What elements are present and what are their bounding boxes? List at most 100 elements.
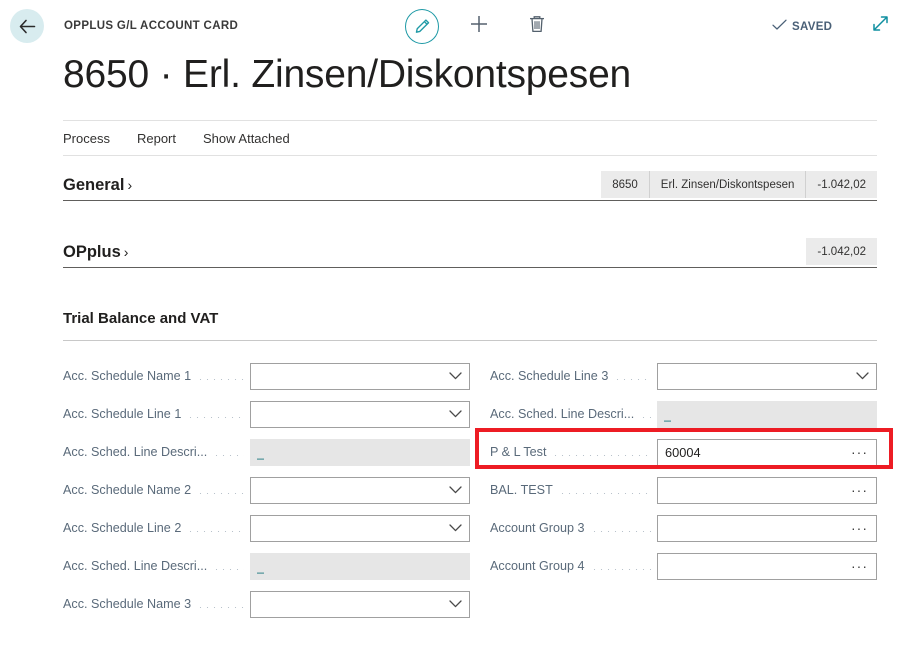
value-acc-sched-line-descr-2: _: [257, 559, 264, 574]
back-arrow-icon: [19, 19, 36, 34]
leader-dots: [213, 560, 244, 572]
label-account-group-3: Account Group 3: [490, 521, 585, 535]
lookup-ellipsis-icon[interactable]: ···: [851, 440, 868, 465]
lookup-ellipsis-icon[interactable]: ···: [851, 554, 868, 579]
group-opplus: OPplus› -1.042,02: [63, 235, 877, 268]
field-acc-schedule-name-2: Acc. Schedule Name 2: [63, 471, 470, 509]
chevron-right-icon: ›: [127, 177, 132, 193]
field-acc-schedule-line-2: Acc. Schedule Line 2: [63, 509, 470, 547]
subsection-header: Trial Balance and VAT: [63, 310, 877, 341]
leader-dots: [614, 370, 651, 382]
leader-dots: [213, 446, 244, 458]
form-column-right: Acc. Schedule Line 3 Acc. Sched. Line De…: [470, 357, 877, 623]
group-general: General› 8650 Erl. Zinsen/Diskontspesen …: [63, 168, 877, 201]
input-acc-schedule-line-1[interactable]: [250, 401, 470, 428]
label-acc-sched-line-descr-1: Acc. Sched. Line Descri...: [63, 445, 207, 459]
chevron-right-icon: ›: [124, 244, 129, 260]
chevron-down-icon[interactable]: [856, 364, 869, 389]
label-acc-sched-line-descr-3: Acc. Sched. Line Descri...: [490, 407, 634, 421]
subsection-title: Trial Balance and VAT: [63, 310, 877, 327]
value-acc-sched-line-descr-3: _: [664, 407, 671, 422]
label-bal-test: BAL. TEST: [490, 483, 553, 497]
leader-dots: [187, 522, 244, 534]
label-acc-sched-line-descr-2: Acc. Sched. Line Descri...: [63, 559, 207, 573]
leader-dots: [559, 484, 651, 496]
label-acc-schedule-name-1: Acc. Schedule Name 1: [63, 369, 191, 383]
field-bal-test: BAL. TEST ···: [490, 471, 877, 509]
badge-opplus-balance: -1.042,02: [806, 238, 877, 265]
lookup-ellipsis-icon[interactable]: ···: [851, 516, 868, 541]
badge-account-no: 8650: [601, 171, 650, 198]
action-menu-bar: Process Report Show Attached: [63, 120, 877, 156]
input-acc-schedule-line-3[interactable]: [657, 363, 877, 390]
input-account-group-3[interactable]: ···: [657, 515, 877, 542]
back-button[interactable]: [10, 9, 44, 43]
form-grid: Acc. Schedule Name 1 Acc. Schedule Line …: [63, 357, 877, 623]
field-acc-sched-line-descr-1: Acc. Sched. Line Descri... _: [63, 433, 470, 471]
plus-icon: [469, 14, 489, 39]
input-account-group-4[interactable]: ···: [657, 553, 877, 580]
page-title: 8650 · Erl. Zinsen/Diskontspesen: [63, 53, 631, 97]
field-acc-schedule-name-3: Acc. Schedule Name 3: [63, 585, 470, 623]
new-button[interactable]: [462, 9, 496, 43]
leader-dots: [197, 598, 244, 610]
breadcrumb[interactable]: OPPLUS G/L ACCOUNT CARD: [64, 20, 238, 32]
value-acc-sched-line-descr-1: _: [257, 445, 264, 460]
chevron-down-icon[interactable]: [449, 364, 462, 389]
pencil-icon: [405, 9, 439, 44]
subsection-trial-balance-and-vat: Trial Balance and VAT Acc. Schedule Name…: [63, 310, 877, 341]
field-acc-schedule-line-3: Acc. Schedule Line 3: [490, 357, 877, 395]
group-general-badges: 8650 Erl. Zinsen/Diskontspesen -1.042,02: [601, 171, 877, 198]
badge-account-balance: -1.042,02: [806, 171, 877, 198]
readonly-acc-sched-line-descr-1: _: [250, 439, 470, 466]
label-acc-schedule-line-2: Acc. Schedule Line 2: [63, 521, 181, 535]
chevron-down-icon[interactable]: [449, 516, 462, 541]
delete-button[interactable]: [520, 9, 554, 43]
input-bal-test[interactable]: ···: [657, 477, 877, 504]
chevron-down-icon[interactable]: [449, 402, 462, 427]
field-account-group-3: Account Group 3 ···: [490, 509, 877, 547]
label-account-group-4: Account Group 4: [490, 559, 585, 573]
group-opplus-badges: -1.042,02: [806, 238, 877, 265]
badge-account-name: Erl. Zinsen/Diskontspesen: [650, 171, 807, 198]
status-badge-saved: SAVED: [772, 19, 832, 34]
group-general-label: General: [63, 176, 124, 194]
trash-icon: [529, 15, 545, 38]
group-opplus-toggle[interactable]: OPplus›: [63, 243, 128, 262]
chevron-down-icon[interactable]: [449, 478, 462, 503]
expand-diagonal-icon: [871, 14, 890, 38]
label-p-and-l-test: P & L Test: [490, 445, 546, 459]
leader-dots: [591, 522, 651, 534]
lookup-ellipsis-icon[interactable]: ···: [851, 478, 868, 503]
leader-dots: [197, 370, 244, 382]
group-general-header: General› 8650 Erl. Zinsen/Diskontspesen …: [63, 168, 877, 201]
group-opplus-header: OPplus› -1.042,02: [63, 235, 877, 268]
edit-button[interactable]: [405, 9, 439, 43]
input-acc-schedule-name-3[interactable]: [250, 591, 470, 618]
action-report[interactable]: Report: [137, 131, 176, 146]
value-p-and-l-test: 60004: [665, 445, 701, 460]
input-acc-schedule-line-2[interactable]: [250, 515, 470, 542]
label-acc-schedule-name-2: Acc. Schedule Name 2: [63, 483, 191, 497]
checkmark-icon: [772, 19, 787, 34]
label-acc-schedule-line-3: Acc. Schedule Line 3: [490, 369, 608, 383]
readonly-acc-sched-line-descr-2: _: [250, 553, 470, 580]
form-column-left: Acc. Schedule Name 1 Acc. Schedule Line …: [63, 357, 470, 623]
group-general-toggle[interactable]: General›: [63, 176, 132, 195]
field-account-group-4: Account Group 4 ···: [490, 547, 877, 585]
action-process[interactable]: Process: [63, 131, 110, 146]
field-acc-sched-line-descr-3: Acc. Sched. Line Descri... _: [490, 395, 877, 433]
input-p-and-l-test[interactable]: 60004 ···: [657, 439, 877, 466]
field-acc-schedule-name-1: Acc. Schedule Name 1: [63, 357, 470, 395]
leader-dots: [640, 408, 651, 420]
chevron-down-icon[interactable]: [449, 592, 462, 617]
group-opplus-label: OPplus: [63, 243, 121, 261]
input-acc-schedule-name-2[interactable]: [250, 477, 470, 504]
expand-button[interactable]: [863, 9, 897, 43]
field-p-and-l-test: P & L Test 60004 ···: [490, 433, 877, 471]
label-acc-schedule-line-1: Acc. Schedule Line 1: [63, 407, 181, 421]
field-acc-schedule-line-1: Acc. Schedule Line 1: [63, 395, 470, 433]
action-show-attached[interactable]: Show Attached: [203, 131, 290, 146]
leader-dots: [187, 408, 244, 420]
input-acc-schedule-name-1[interactable]: [250, 363, 470, 390]
